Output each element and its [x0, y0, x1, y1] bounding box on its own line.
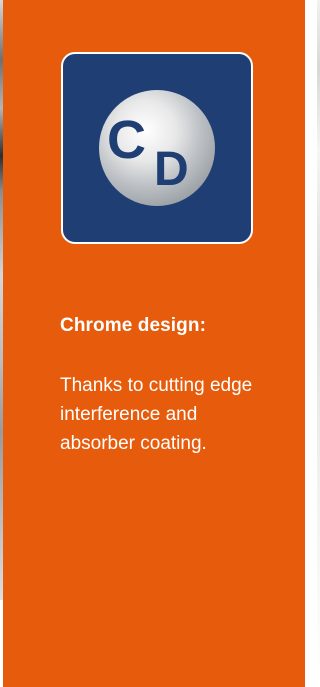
logo-letter-c: C [107, 110, 146, 170]
cd-logo-icon: C D [99, 90, 215, 206]
chrome-design-logo: C D [61, 52, 253, 244]
feature-description: Thanks to cutting edge interference and … [60, 375, 253, 454]
logo-letter-d: D [154, 143, 189, 196]
feature-panel: C D Chrome design: Thanks to cutting edg… [3, 0, 305, 687]
feature-heading: Chrome design: [60, 315, 207, 336]
